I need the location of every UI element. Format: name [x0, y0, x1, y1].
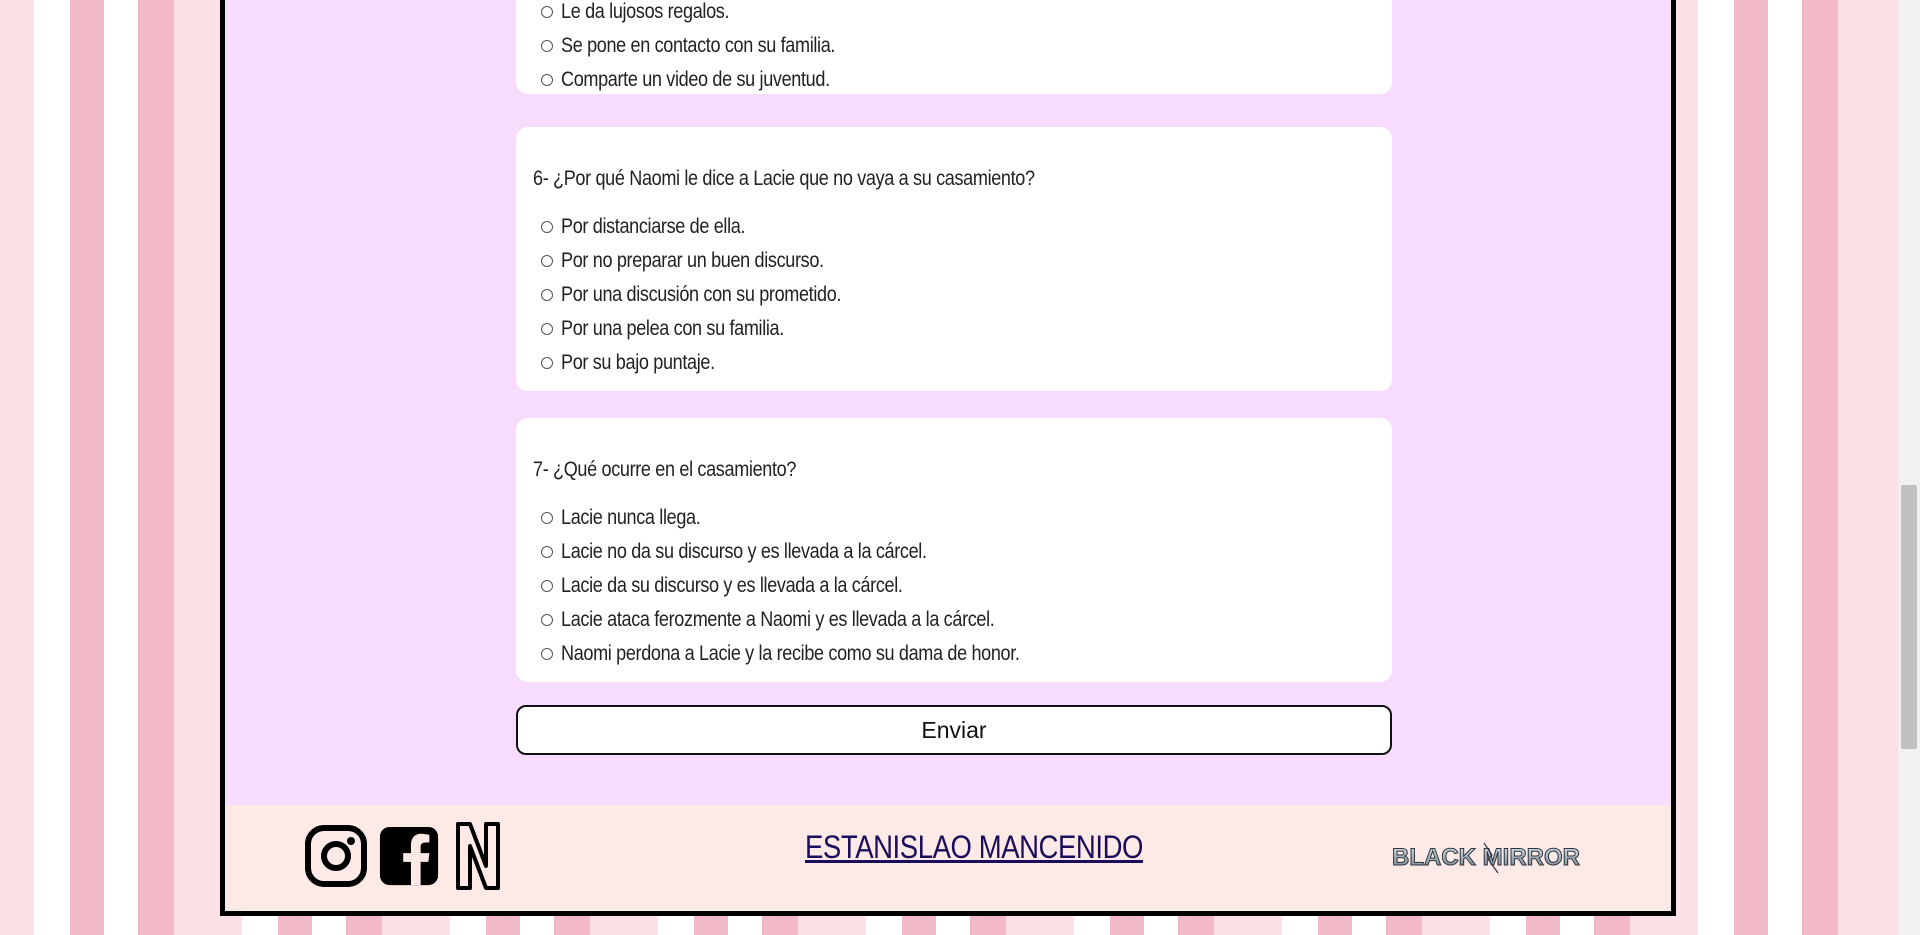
author-link[interactable]: ESTANISLAO MANCENIDO — [805, 829, 1143, 866]
submit-button[interactable]: Enviar — [516, 705, 1392, 755]
radio-button[interactable] — [541, 512, 553, 524]
question-card-5: Le da lujosos regalos. Se pone en contac… — [516, 0, 1392, 94]
option-5-2[interactable]: Se pone en contacto con su familia. — [541, 33, 880, 59]
radio-button[interactable] — [541, 40, 553, 52]
netflix-icon[interactable] — [453, 821, 503, 891]
facebook-icon[interactable] — [378, 821, 440, 891]
radio-button[interactable] — [541, 580, 553, 592]
option-5-1[interactable]: Le da lujosos regalos. — [541, 0, 757, 25]
radio-button[interactable] — [541, 255, 553, 267]
radio-button[interactable] — [541, 323, 553, 335]
scrollbar[interactable] — [1898, 0, 1920, 935]
radio-button[interactable] — [541, 289, 553, 301]
option-6-4[interactable]: Por una pelea con su familia. — [541, 316, 820, 342]
radio-button[interactable] — [541, 6, 553, 18]
radio-button[interactable] — [541, 614, 553, 626]
option-6-2[interactable]: Por no preparar un buen discurso. — [541, 248, 867, 274]
option-7-3[interactable]: Lacie da su discurso y es llevada a la c… — [541, 573, 958, 599]
scrollbar-thumb[interactable] — [1901, 485, 1917, 749]
instagram-icon[interactable] — [304, 821, 368, 891]
option-7-2[interactable]: Lacie no da su discurso y es llevada a l… — [541, 539, 986, 565]
quiz-panel: Le da lujosos regalos. Se pone en contac… — [220, 0, 1676, 916]
radio-button[interactable] — [541, 546, 553, 558]
footer: ESTANISLAO MANCENIDO BLACK MIRROR — [225, 805, 1671, 911]
option-7-5[interactable]: Naomi perdona a Lacie y la recibe como s… — [541, 641, 1094, 667]
option-6-1[interactable]: Por distanciarse de ella. — [541, 214, 775, 240]
question-card-7: 7- ¿Qué ocurre en el casamiento? Lacie n… — [516, 418, 1392, 682]
option-5-3[interactable]: Comparte un video de su juventud. — [541, 67, 874, 93]
radio-button[interactable] — [541, 221, 553, 233]
option-6-5[interactable]: Por su bajo puntaje. — [541, 350, 740, 376]
option-7-4[interactable]: Lacie ataca ferozmente a Naomi y es llev… — [541, 607, 1065, 633]
svg-text:BLACK MIRROR: BLACK MIRROR — [1392, 844, 1580, 871]
option-7-1[interactable]: Lacie nunca llega. — [541, 505, 723, 531]
question-card-6: 6- ¿Por qué Naomi le dice a Lacie que no… — [516, 127, 1392, 391]
question-title: 7- ¿Qué ocurre en el casamiento? — [533, 458, 797, 481]
radio-button[interactable] — [541, 648, 553, 660]
question-title: 6- ¿Por qué Naomi le dice a Lacie que no… — [533, 167, 1035, 190]
radio-button[interactable] — [541, 357, 553, 369]
black-mirror-logo[interactable]: BLACK MIRROR — [1388, 837, 1584, 879]
radio-button[interactable] — [541, 74, 553, 86]
option-6-3[interactable]: Por una discusión con su prometido. — [541, 282, 887, 308]
